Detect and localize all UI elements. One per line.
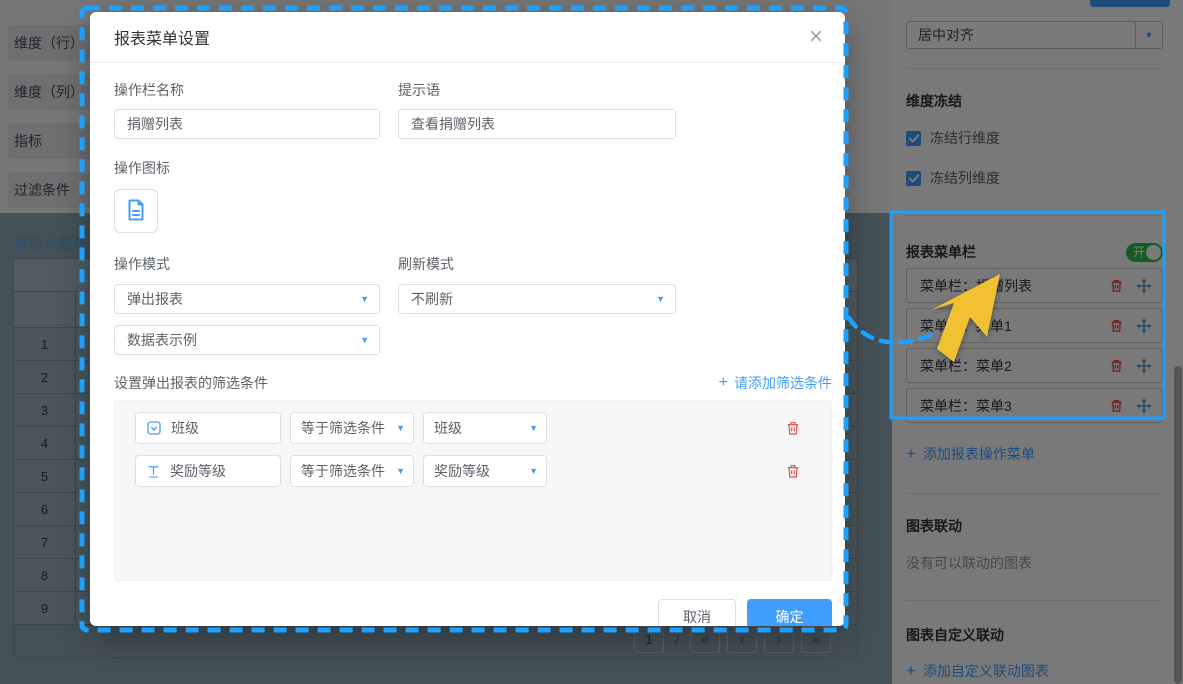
plus-icon: +: [718, 374, 728, 391]
filter-value-select[interactable]: 奖励等级 ▼: [423, 455, 547, 487]
chevron-down-icon: ▼: [529, 423, 538, 433]
filter-section-title: 设置弹出报表的筛选条件: [114, 375, 268, 391]
add-filter-link[interactable]: + 请添加筛选条件: [719, 373, 832, 393]
filter-row: 班级 等于筛选条件 ▼ 班级 ▼: [135, 412, 831, 444]
filter-field-box[interactable]: 奖励等级: [135, 455, 281, 487]
dialog-body: 操作栏名称 提示语 操作图标 操作模式 弹出报表 ▼: [90, 63, 845, 626]
chevron-down-icon: ▼: [529, 466, 538, 476]
dialog-header: 报表菜单设置 ×: [90, 12, 845, 63]
delete-icon[interactable]: [785, 420, 801, 436]
filter-field-box[interactable]: 班级: [135, 412, 281, 444]
add-filter-label: 请添加筛选条件: [734, 375, 832, 391]
action-icon-label: 操作图标: [114, 160, 170, 176]
filter-value-select[interactable]: 班级 ▼: [423, 412, 547, 444]
filter-value: 奖励等级: [434, 463, 490, 479]
filter-field-name: 班级: [171, 420, 199, 436]
action-icon-button[interactable]: [114, 189, 158, 233]
filter-row: 奖励等级 等于筛选条件 ▼ 奖励等级 ▼: [135, 455, 831, 487]
refresh-mode-value: 不刷新: [411, 291, 453, 307]
report-designer-page: 维度（行） 维度（列） 指标 过滤条件 捐赠人数统计 1 2 3 4 5 6 7…: [0, 0, 1183, 684]
chevron-down-icon: ▼: [396, 466, 405, 476]
action-name-input[interactable]: [114, 109, 380, 139]
delete-icon[interactable]: [785, 463, 801, 479]
refresh-mode-select[interactable]: 不刷新 ▼: [398, 284, 676, 314]
action-mode-select[interactable]: 弹出报表 ▼: [114, 284, 380, 314]
action-mode-label: 操作模式: [114, 256, 170, 272]
dialog-footer: 取消 确定: [114, 599, 832, 626]
data-table-value: 数据表示例: [127, 332, 197, 348]
text-type-icon: [146, 464, 161, 479]
chevron-down-icon: ▼: [396, 423, 405, 433]
action-mode-value: 弹出报表: [127, 291, 183, 307]
dialog-title: 报表菜单设置: [114, 31, 211, 48]
filter-field-name: 奖励等级: [170, 463, 226, 479]
cancel-button[interactable]: 取消: [658, 599, 736, 626]
confirm-button[interactable]: 确定: [747, 599, 832, 626]
filter-operator-value: 等于筛选条件: [301, 463, 385, 479]
data-table-select[interactable]: 数据表示例 ▼: [114, 325, 380, 355]
action-name-label: 操作栏名称: [114, 82, 184, 98]
tooltip-input[interactable]: [398, 109, 676, 139]
filter-value: 班级: [434, 420, 462, 436]
filter-list: 班级 等于筛选条件 ▼ 班级 ▼ 奖励等级 等于筛选条件 ▼ 奖励等级 ▼: [114, 400, 832, 581]
chevron-down-icon: ▼: [360, 294, 369, 304]
filter-operator-select[interactable]: 等于筛选条件 ▼: [290, 455, 414, 487]
close-icon[interactable]: ×: [809, 25, 823, 49]
refresh-mode-label: 刷新模式: [398, 256, 454, 272]
tooltip-label: 提示语: [398, 82, 440, 98]
select-type-icon: [146, 420, 162, 436]
filter-operator-value: 等于筛选条件: [301, 420, 385, 436]
filter-operator-select[interactable]: 等于筛选条件 ▼: [290, 412, 414, 444]
chevron-down-icon: ▼: [360, 335, 369, 345]
chevron-down-icon: ▼: [656, 294, 665, 304]
report-menu-settings-dialog: 报表菜单设置 × 操作栏名称 提示语 操作图标 操作模式: [90, 12, 845, 626]
document-icon: [124, 198, 148, 225]
